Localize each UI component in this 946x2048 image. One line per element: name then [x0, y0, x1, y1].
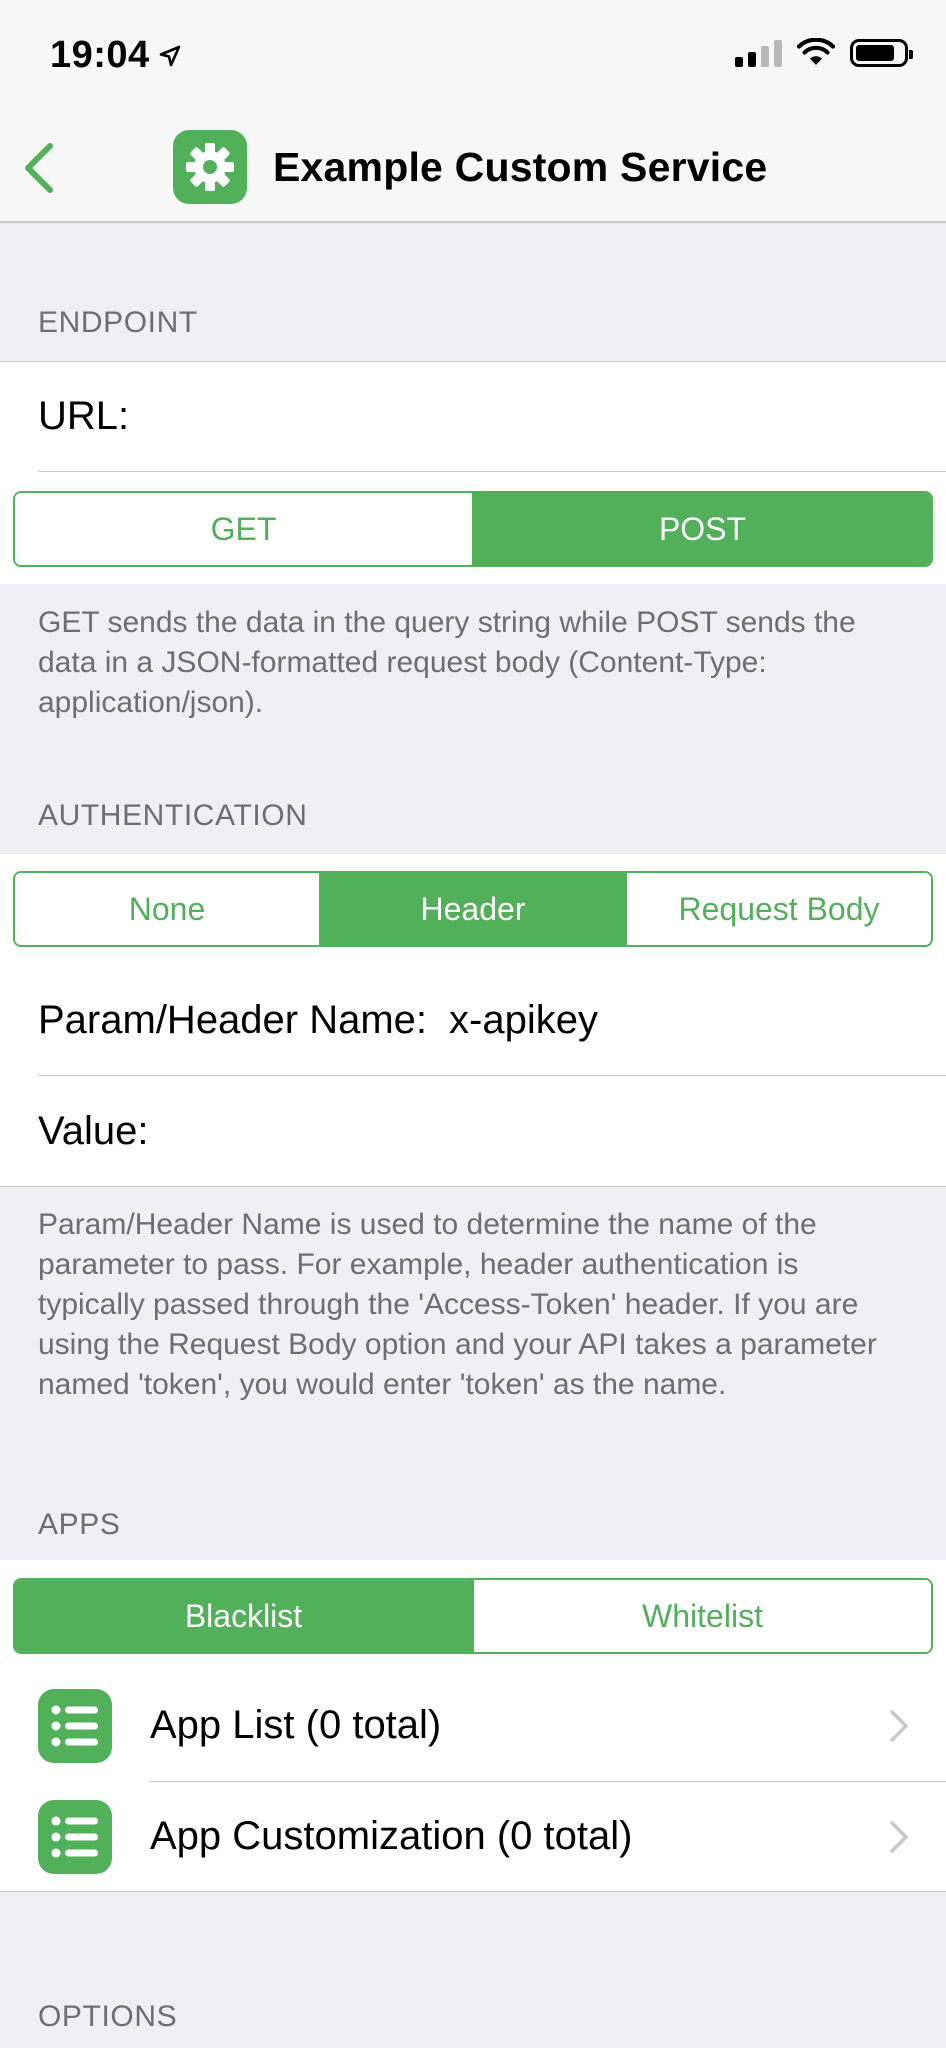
wifi-icon — [796, 38, 836, 65]
apps-mode-segmented-control[interactable]: Blacklist Whitelist — [13, 1578, 933, 1654]
value-row[interactable]: Value: — [38, 1076, 946, 1186]
list-icon — [38, 1688, 112, 1763]
apps-whitelist-segment[interactable]: Whitelist — [472, 1580, 931, 1652]
endpoint-group: URL: GET POST — [0, 361, 946, 584]
page-title: Example Custom Service — [273, 143, 768, 190]
url-label: URL: — [38, 394, 130, 438]
app-customization-label: App Customization (0 total) — [150, 1814, 633, 1858]
section-header-apps: APPS — [38, 1508, 121, 1541]
status-time: 19:04 — [50, 34, 182, 77]
auth-segmented-control[interactable]: None Header Request Body — [13, 871, 933, 947]
auth-request-body-segment[interactable]: Request Body — [625, 873, 931, 945]
authentication-group: None Header Request Body Param/Header Na… — [0, 854, 946, 1187]
url-row[interactable]: URL: — [38, 362, 946, 472]
param-name-row[interactable]: Param/Header Name: x-apikey — [38, 966, 946, 1076]
param-name-field[interactable]: x-apikey — [449, 998, 946, 1043]
app-list-row[interactable]: App List (0 total) — [0, 1670, 946, 1781]
param-name-label: Param/Header Name: — [38, 998, 428, 1042]
auth-none-segment[interactable]: None — [15, 873, 319, 945]
nav-title-group: Example Custom Service — [173, 130, 767, 204]
chevron-left-icon — [25, 143, 53, 193]
app-customization-row[interactable]: App Customization (0 total) — [0, 1781, 946, 1892]
status-bar: 19:04 — [0, 0, 946, 110]
list-icon — [38, 1799, 112, 1874]
section-header-endpoint: ENDPOINT — [38, 306, 198, 339]
app-list-label: App List (0 total) — [150, 1703, 442, 1747]
method-segmented-control[interactable]: GET POST — [13, 491, 933, 567]
authentication-footer-text: Param/Header Name is used to determine t… — [38, 1208, 877, 1401]
value-label: Value: — [38, 1108, 149, 1153]
cellular-signal-icon — [735, 39, 782, 67]
apps-blacklist-segment[interactable]: Blacklist — [15, 1580, 472, 1652]
status-time-text: 19:04 — [50, 34, 150, 76]
location-arrow-icon — [159, 45, 181, 66]
chevron-right-icon — [890, 1709, 908, 1742]
endpoint-footer-text: GET sends the data in the query string w… — [38, 606, 856, 719]
gear-icon — [173, 130, 247, 204]
battery-icon — [850, 39, 913, 67]
apps-group: Blacklist Whitelist App List (0 total) A… — [0, 1560, 946, 1892]
section-header-options: OPTIONS — [38, 2000, 178, 2033]
status-indicators — [735, 38, 913, 68]
back-button[interactable] — [18, 138, 68, 198]
section-header-authentication: AUTHENTICATION — [38, 799, 308, 832]
chevron-right-icon — [890, 1820, 908, 1853]
navigation-bar: Example Custom Service — [0, 110, 946, 223]
auth-header-segment[interactable]: Header — [319, 873, 625, 945]
method-post-segment[interactable]: POST — [472, 493, 931, 565]
method-get-segment[interactable]: GET — [15, 493, 472, 565]
